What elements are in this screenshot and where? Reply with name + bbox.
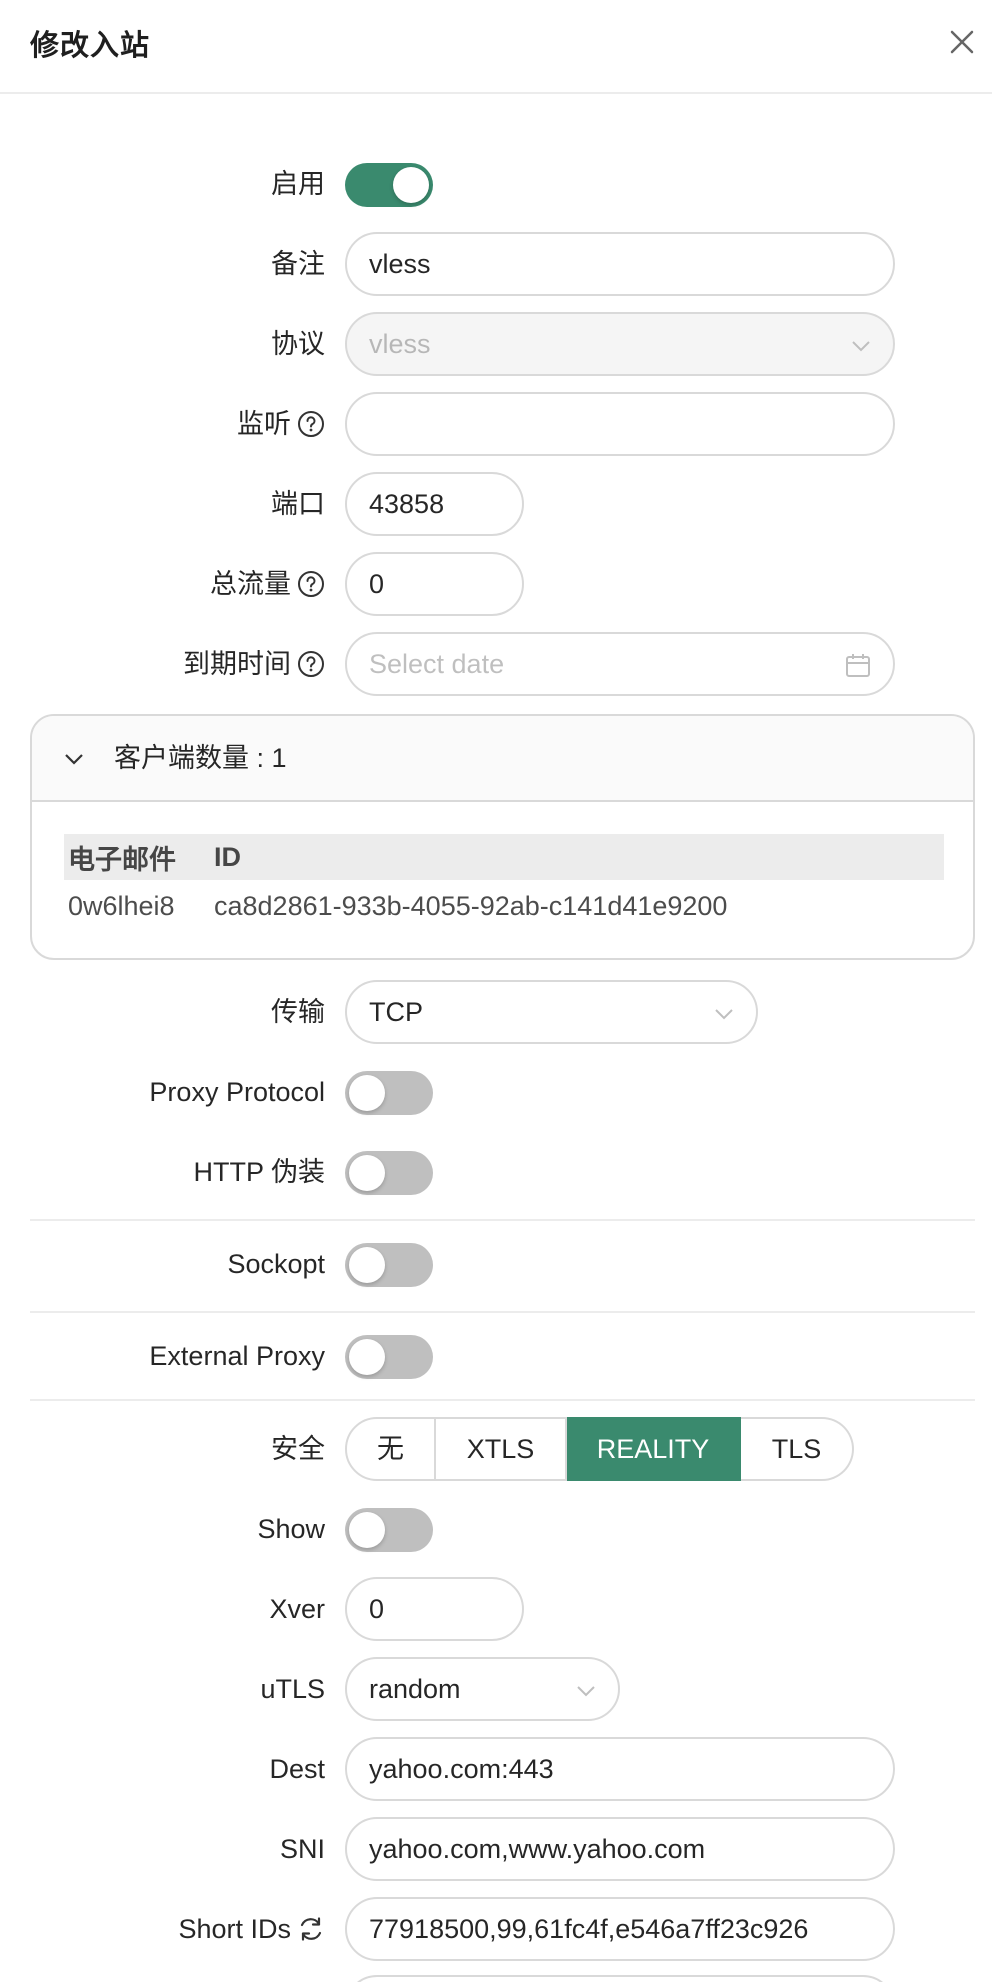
sni-label: SNI: [279, 1834, 325, 1864]
short-ids-label: Short IDs: [178, 1897, 325, 1961]
protocol-select[interactable]: vless: [345, 312, 895, 376]
chevron-down-icon: [852, 341, 870, 352]
security-row: 安全 无 XTLS REALITY TLS: [0, 1417, 992, 1481]
traffic-label: 总流量: [210, 552, 325, 616]
expiry-row: 到期时间 Select date: [0, 632, 992, 696]
expiry-placeholder: Select date: [369, 649, 505, 679]
column-id: ID: [214, 841, 241, 872]
column-email: 电子邮件: [68, 844, 176, 875]
chevron-down-icon: [577, 1686, 595, 1697]
dest-label: Dest: [269, 1754, 325, 1784]
dest-input[interactable]: yahoo.com:443: [345, 1737, 895, 1801]
security-option-xtls[interactable]: XTLS: [436, 1417, 567, 1481]
utls-select[interactable]: random: [345, 1657, 620, 1721]
security-option-tls[interactable]: TLS: [741, 1417, 854, 1481]
xver-label: Xver: [269, 1594, 325, 1624]
utls-value: random: [369, 1674, 461, 1704]
clients-count-title: 客户端数量 : 1: [114, 743, 287, 773]
listen-row: 监听: [0, 392, 992, 456]
expiry-date-picker[interactable]: Select date: [345, 632, 895, 696]
chevron-down-icon: [65, 754, 83, 765]
chevron-down-icon: [715, 1009, 733, 1020]
question-circle-icon[interactable]: [297, 650, 325, 678]
traffic-row: 总流量 0: [0, 552, 992, 616]
sni-row: SNI yahoo.com,www.yahoo.com: [0, 1817, 992, 1881]
show-switch[interactable]: [345, 1508, 433, 1552]
divider: [30, 1399, 975, 1401]
port-row: 端口 43858: [0, 472, 992, 536]
external-proxy-row: External Proxy: [0, 1324, 992, 1388]
clients-panel: 客户端数量 : 1 电子邮件 ID 0w6lhei8 ca8d2861-933b…: [30, 714, 975, 960]
client-email: 0w6lhei8: [68, 890, 175, 921]
proxy-protocol-switch[interactable]: [345, 1071, 433, 1115]
port-input[interactable]: 43858: [345, 472, 524, 536]
show-label: Show: [257, 1514, 325, 1544]
question-circle-icon[interactable]: [297, 570, 325, 598]
clients-table: 电子邮件 ID 0w6lhei8 ca8d2861-933b-4055-92ab…: [64, 834, 944, 932]
transport-row: 传输 TCP: [0, 980, 992, 1044]
next-field-partial: [345, 1975, 895, 1982]
close-icon: [950, 30, 974, 54]
security-option-reality[interactable]: REALITY: [567, 1417, 741, 1481]
modal-header: 修改入站: [0, 0, 992, 94]
refresh-icon[interactable]: [297, 1915, 325, 1943]
external-proxy-label: External Proxy: [149, 1341, 325, 1371]
xver-input[interactable]: 0: [345, 1577, 524, 1641]
client-id: ca8d2861-933b-4055-92ab-c141d41e9200: [214, 890, 728, 921]
protocol-row: 协议 vless: [0, 312, 992, 376]
xver-row: Xver 0: [0, 1577, 992, 1641]
utls-label: uTLS: [260, 1674, 325, 1704]
clients-panel-header[interactable]: 客户端数量 : 1: [32, 716, 973, 802]
divider: [30, 1311, 975, 1313]
traffic-input[interactable]: 0: [345, 552, 524, 616]
enable-switch[interactable]: [345, 163, 433, 207]
remark-label: 备注: [271, 249, 325, 279]
transport-label: 传输: [271, 997, 325, 1027]
proxy-protocol-row: Proxy Protocol: [0, 1060, 992, 1124]
sockopt-row: Sockopt: [0, 1232, 992, 1296]
protocol-label: 协议: [271, 329, 325, 359]
external-proxy-switch[interactable]: [345, 1335, 433, 1379]
expiry-label: 到期时间: [183, 632, 325, 696]
transport-select[interactable]: TCP: [345, 980, 758, 1044]
http-camouflage-row: HTTP 伪装: [0, 1140, 992, 1204]
protocol-value: vless: [369, 329, 431, 359]
calendar-icon: [846, 654, 870, 677]
modal-title: 修改入站: [30, 30, 151, 62]
short-ids-input[interactable]: 77918500,99,61fc4f,e546a7ff23c926: [345, 1897, 895, 1961]
short-ids-row: Short IDs 77918500,99,61fc4f,e546a7ff23c…: [0, 1897, 992, 1961]
close-button[interactable]: [942, 22, 982, 62]
sni-input[interactable]: yahoo.com,www.yahoo.com: [345, 1817, 895, 1881]
sockopt-label: Sockopt: [227, 1249, 325, 1279]
enable-row: 启用: [0, 152, 992, 216]
http-camouflage-label: HTTP 伪装: [193, 1157, 325, 1187]
transport-value: TCP: [369, 997, 423, 1027]
sockopt-switch[interactable]: [345, 1243, 433, 1287]
http-camouflage-switch[interactable]: [345, 1151, 433, 1195]
utls-row: uTLS random: [0, 1657, 992, 1721]
table-row: 0w6lhei8 ca8d2861-933b-4055-92ab-c141d41…: [64, 880, 944, 932]
security-label: 安全: [271, 1434, 325, 1464]
security-option-none[interactable]: 无: [345, 1417, 436, 1481]
listen-label: 监听: [237, 392, 325, 456]
question-circle-icon[interactable]: [297, 410, 325, 438]
listen-input[interactable]: [345, 392, 895, 456]
divider: [30, 1219, 975, 1221]
proxy-protocol-label: Proxy Protocol: [149, 1077, 325, 1107]
remark-row: 备注 vless: [0, 232, 992, 296]
security-segmented: 无 XTLS REALITY TLS: [345, 1417, 854, 1481]
show-row: Show: [0, 1497, 992, 1561]
remark-input[interactable]: vless: [345, 232, 895, 296]
port-label: 端口: [271, 489, 325, 519]
table-header: 电子邮件 ID: [64, 834, 944, 880]
enable-label: 启用: [271, 169, 325, 199]
dest-row: Dest yahoo.com:443: [0, 1737, 992, 1801]
